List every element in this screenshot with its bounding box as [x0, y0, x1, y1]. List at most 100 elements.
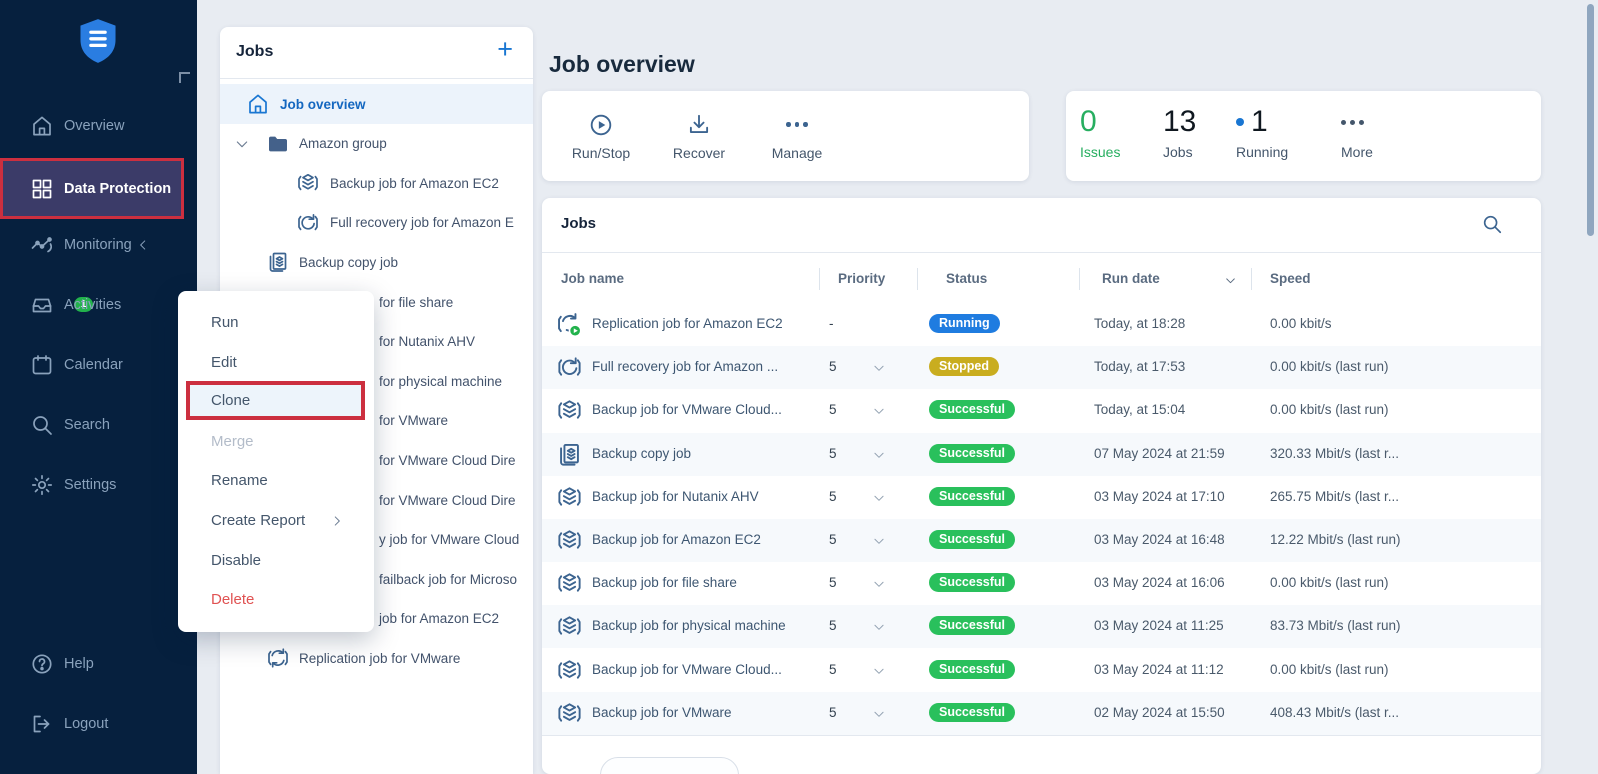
stat-label: Jobs [1163, 144, 1196, 160]
status-badge: Successful [929, 487, 1015, 506]
table-row-backup-job-for-file-share[interactable]: Backup job for file share 5 Successful 0… [542, 562, 1541, 605]
column-header-speed[interactable]: Speed [1270, 271, 1311, 286]
sidebar-item-logout[interactable]: Logout [0, 704, 197, 744]
priority-dropdown-chevron-icon[interactable] [872, 707, 886, 721]
menu-item-clone[interactable]: Clone [186, 381, 365, 420]
sidebar-collapse-icon[interactable] [179, 72, 190, 83]
tree-item-amazon-group[interactable]: Amazon group [220, 124, 533, 164]
run-stop-button[interactable]: Run/Stop [552, 101, 650, 171]
table-row-backup-job-for-physical-machine[interactable]: Backup job for physical machine 5 Succes… [542, 605, 1541, 648]
tree-item-label: Amazon group [299, 136, 387, 151]
table-row-backup-copy-job[interactable]: Backup copy job 5 Successful 07 May 2024… [542, 433, 1541, 476]
search-icon[interactable] [1481, 213, 1503, 235]
priority-dropdown-chevron-icon[interactable] [872, 664, 886, 678]
priority-dropdown-chevron-icon[interactable] [872, 448, 886, 462]
priority-dropdown-chevron-icon[interactable] [872, 404, 886, 418]
backup-icon [556, 397, 583, 424]
chevron-down-icon[interactable] [234, 136, 250, 152]
run-date: 02 May 2024 at 15:50 [1094, 705, 1225, 720]
run-date: Today, at 18:28 [1094, 316, 1185, 331]
sidebar-item-help[interactable]: Help [0, 644, 197, 684]
menu-item-label: Edit [211, 354, 237, 371]
menu-item-rename[interactable]: Rename [178, 461, 374, 500]
sort-chevron-down-icon[interactable] [1224, 274, 1237, 287]
table-row-backup-job-for-vmware[interactable]: Backup job for VMware 5 Successful 02 Ma… [542, 692, 1541, 735]
stat-more[interactable]: More [1341, 105, 1373, 160]
priority-dropdown-chevron-icon[interactable] [872, 491, 886, 505]
tree-item-label: job for Amazon EC2 [379, 611, 499, 626]
job-name: Backup job for Nutanix AHV [592, 489, 820, 504]
backup-icon [556, 657, 583, 684]
menu-item-merge: Merge [178, 422, 374, 461]
stat-label: Running [1236, 144, 1288, 160]
sidebar-item-label: Data Protection [64, 181, 171, 197]
menu-item-label: Clone [211, 392, 250, 409]
speed: 12.22 Mbit/s (last run) [1270, 532, 1520, 547]
manage-button[interactable]: Manage [748, 101, 846, 171]
stat-issues: 0 Issues [1080, 105, 1120, 160]
priority-value: 5 [829, 705, 837, 720]
speed: 0.00 kbit/s (last run) [1270, 575, 1520, 590]
speed: 0.00 kbit/s (last run) [1270, 402, 1520, 417]
tree-item-job-overview[interactable]: Job overview [220, 84, 533, 124]
sidebar-item-overview[interactable]: Overview [0, 106, 197, 146]
tree-item-label: for VMware Cloud Dire [379, 493, 516, 508]
run-date: 03 May 2024 at 11:25 [1094, 618, 1224, 633]
vertical-scrollbar-thumb[interactable] [1587, 4, 1594, 236]
sidebar-item-activities[interactable]: 1 Activities [0, 285, 197, 325]
job-name: Backup copy job [592, 446, 820, 461]
table-row-backup-job-for-amazon-ec2[interactable]: Backup job for Amazon EC2 5 Successful 0… [542, 519, 1541, 562]
table-row-backup-job-for-nutanix-ahv[interactable]: Backup job for Nutanix AHV 5 Successful … [542, 476, 1541, 519]
status-badge: Successful [929, 660, 1015, 679]
table-row-full-recovery-job-for-amazon[interactable]: Full recovery job for Amazon ... 5 Stopp… [542, 346, 1541, 389]
tree-item-label: Backup job for Amazon EC2 [330, 176, 499, 191]
menu-item-run[interactable]: Run [178, 303, 374, 342]
sidebar-item-data-protection[interactable]: Data Protection [0, 158, 184, 219]
backup-icon [296, 171, 320, 195]
menu-item-disable[interactable]: Disable [178, 541, 374, 580]
folder-icon [266, 132, 290, 156]
sidebar-item-calendar[interactable]: Calendar [0, 345, 197, 385]
priority-dropdown-chevron-icon[interactable] [872, 534, 886, 548]
sidebar-item-settings[interactable]: Settings [0, 465, 197, 505]
sidebar-item-label: Activities [64, 297, 121, 313]
priority-dropdown-chevron-icon[interactable] [872, 361, 886, 375]
chevron-left-icon[interactable] [136, 238, 150, 252]
column-header-job-name[interactable]: Job name [561, 271, 624, 286]
sidebar-item-search[interactable]: Search [0, 405, 197, 445]
menu-item-delete[interactable]: Delete [178, 580, 374, 619]
sidebar-item-label: Monitoring [64, 237, 132, 253]
menu-item-label: Rename [211, 472, 268, 489]
recover-button[interactable]: Recover [650, 101, 748, 171]
table-row-backup-job-for-vmware-cloud[interactable]: Backup job for VMware Cloud... 5 Success… [542, 389, 1541, 432]
grid-icon [30, 177, 54, 201]
sidebar-item-monitoring[interactable]: Monitoring [0, 225, 197, 265]
column-header-run-date[interactable]: Run date [1102, 271, 1160, 286]
tree-item-full-recovery-job-for-amazon-e[interactable]: Full recovery job for Amazon E [220, 203, 533, 243]
stat-running: 1 Running [1236, 105, 1288, 160]
menu-item-label: Merge [211, 433, 254, 450]
column-header-priority[interactable]: Priority [838, 271, 885, 286]
copy-icon [266, 250, 290, 274]
menu-item-create-report[interactable]: Create Report [178, 501, 374, 540]
table-row-replication-job-for-amazon-ec2[interactable]: Replication job for Amazon EC2 - Running… [542, 303, 1541, 346]
menu-item-edit[interactable]: Edit [178, 343, 374, 382]
tree-item-label: for VMware Cloud Dire [379, 453, 516, 468]
tree-item-replication-job-for-vmware[interactable]: Replication job for VMware [220, 638, 533, 678]
priority-dropdown-chevron-icon[interactable] [872, 577, 886, 591]
load-more-button[interactable] [600, 757, 739, 774]
column-separator [819, 268, 820, 290]
column-header-status[interactable]: Status [946, 271, 987, 286]
settings-icon [30, 473, 54, 497]
priority-value: - [829, 316, 834, 331]
speed: 0.00 kbit/s (last run) [1270, 662, 1520, 677]
tree-item-backup-copy-job[interactable]: Backup copy job [220, 242, 533, 282]
add-job-button[interactable]: + [497, 36, 513, 63]
run-date: 03 May 2024 at 16:06 [1094, 575, 1225, 590]
tree-item-backup-job-for-amazon-ec2[interactable]: Backup job for Amazon EC2 [220, 163, 533, 203]
priority-dropdown-chevron-icon[interactable] [872, 620, 886, 634]
stat-value: 0 [1080, 105, 1120, 139]
table-row-backup-job-for-vmware-cloud[interactable]: Backup job for VMware Cloud... 5 Success… [542, 649, 1541, 692]
job-name: Backup job for VMware [592, 705, 820, 720]
calendar-icon [30, 353, 54, 377]
